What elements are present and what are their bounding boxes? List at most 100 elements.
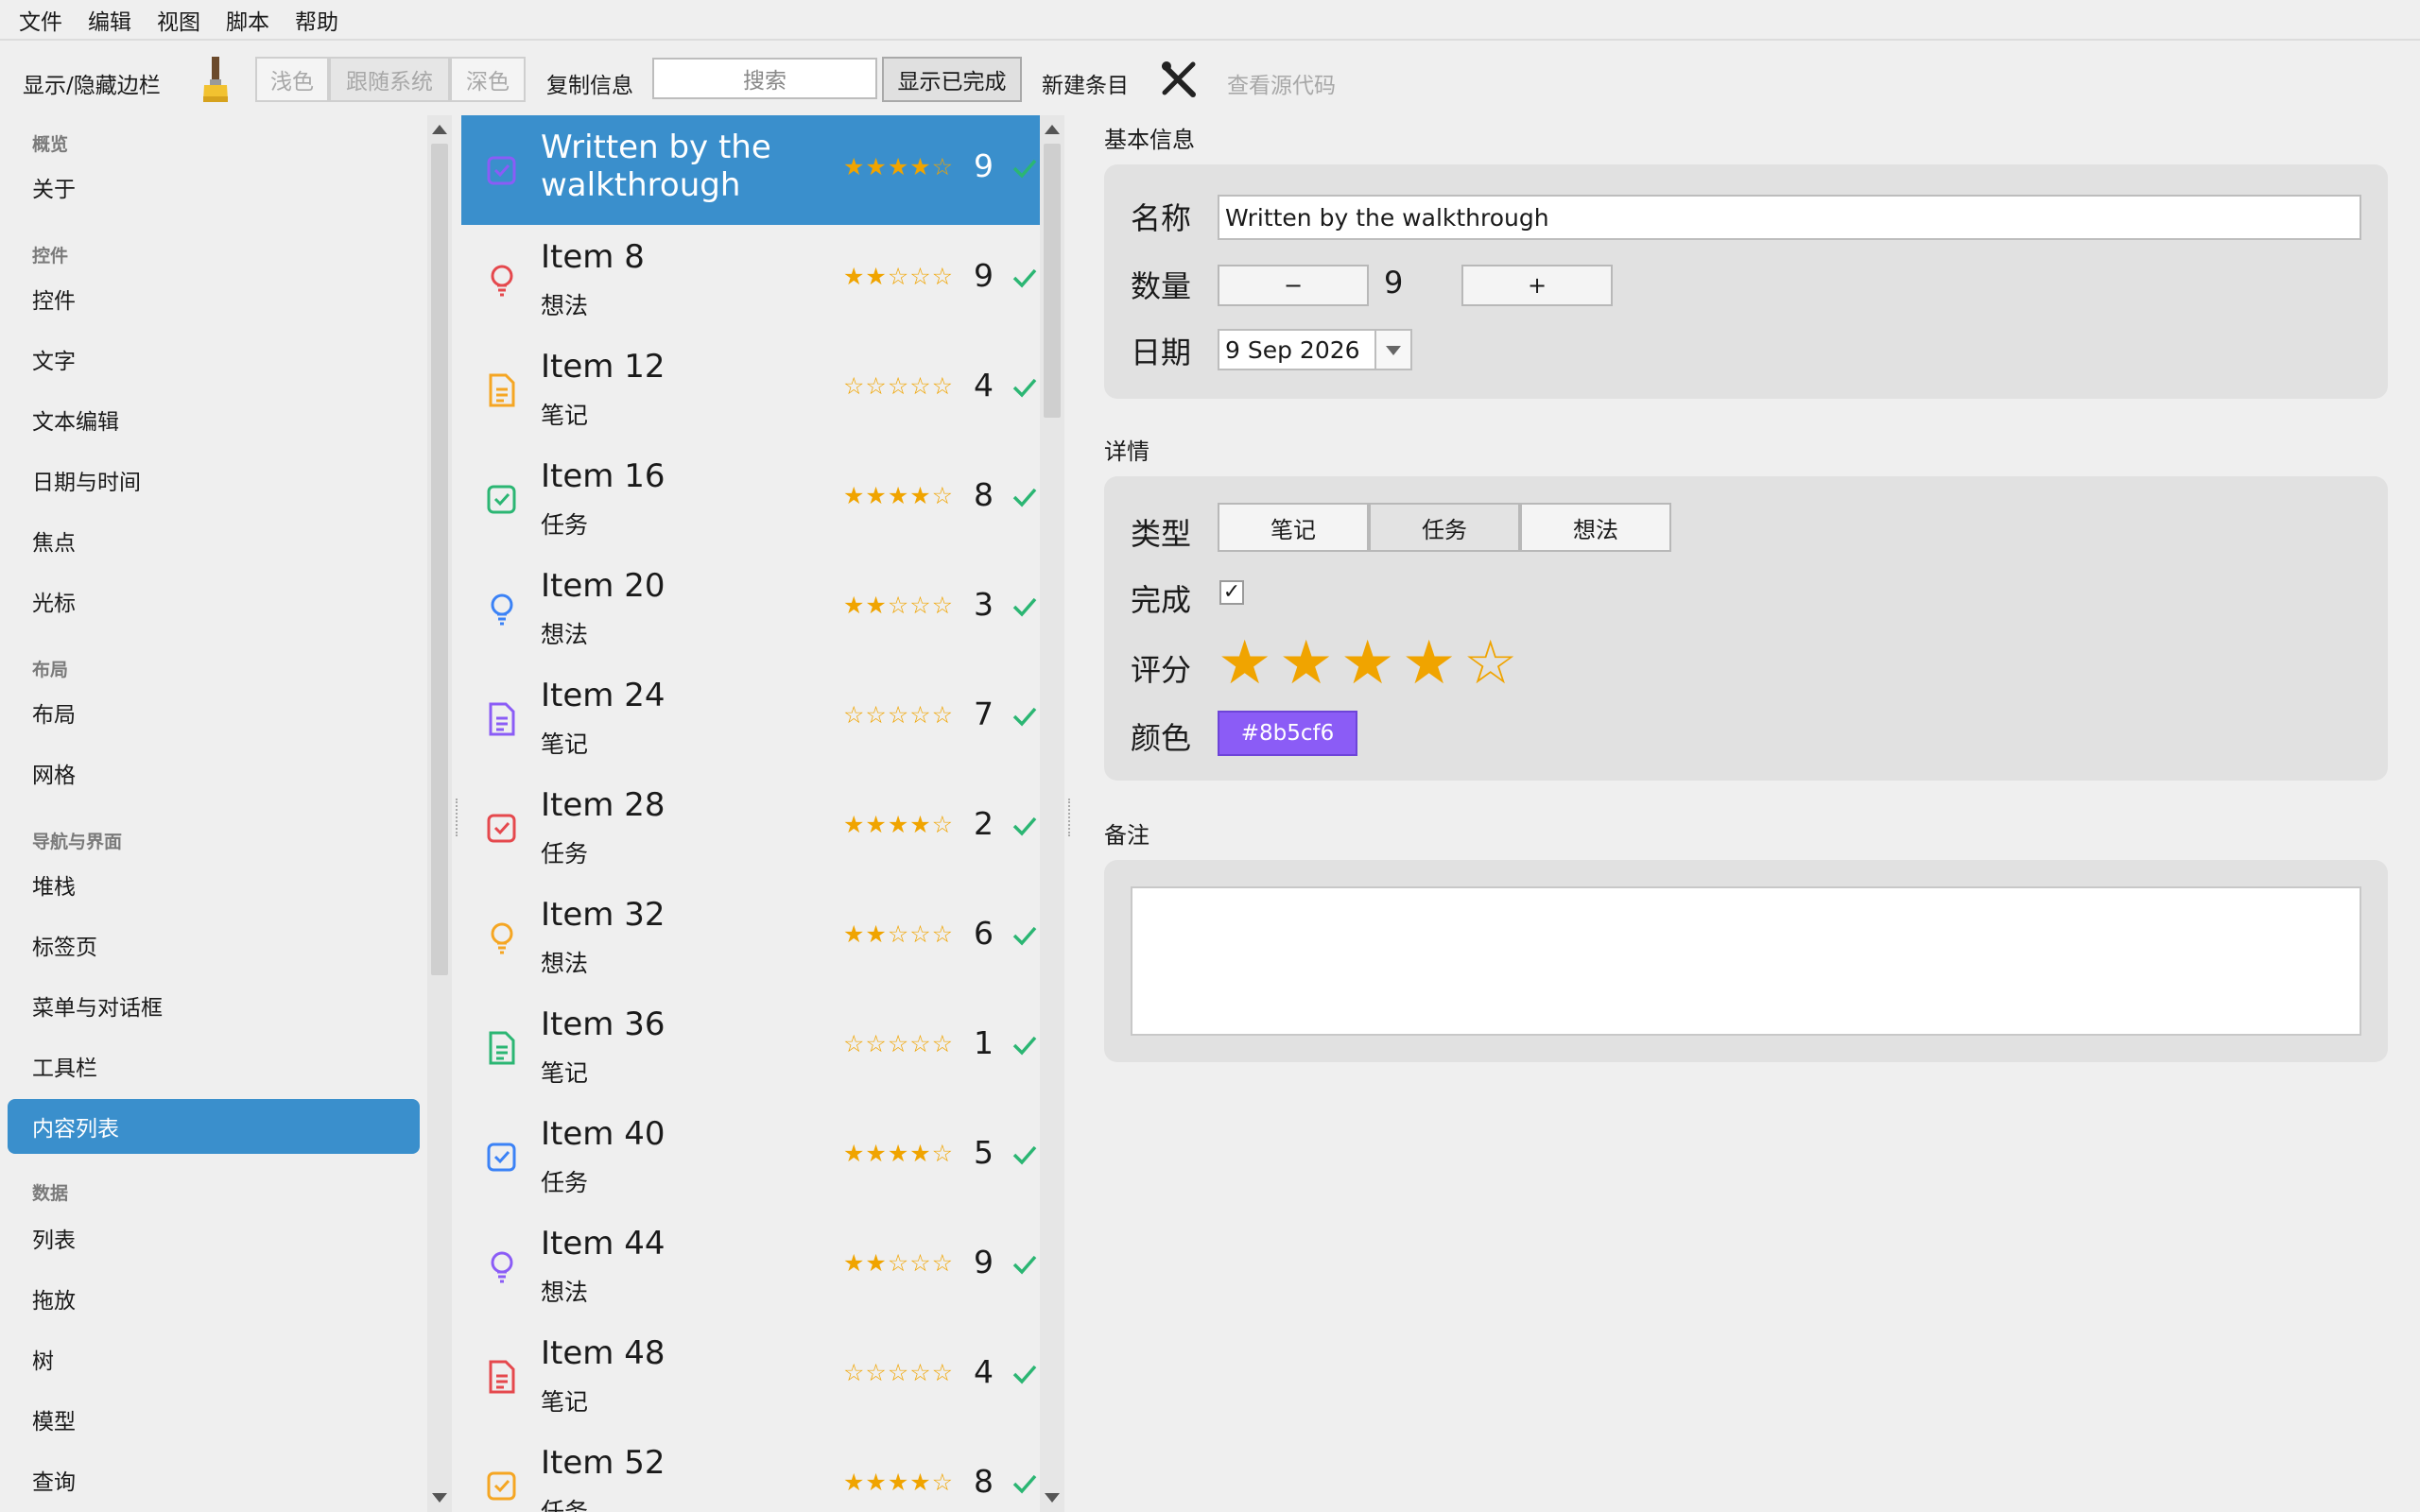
- name-label: 名称: [1131, 200, 1192, 236]
- sidebar-item[interactable]: 内容列表: [8, 1099, 420, 1154]
- list-item[interactable]: Item 8 想法 ★★☆☆☆ 9: [461, 225, 1040, 335]
- list-item[interactable]: Item 52 任务 ★★★★☆ 8: [461, 1431, 1040, 1512]
- menu-edit[interactable]: 编辑: [88, 4, 131, 36]
- sidebar-item[interactable]: 日期与时间: [8, 453, 420, 507]
- star-empty-icon[interactable]: ☆: [1463, 633, 1517, 694]
- completed-check-icon: [1012, 488, 1037, 507]
- type-option-button[interactable]: 笔记: [1218, 503, 1369, 552]
- theme-light-button[interactable]: 浅色: [255, 57, 329, 102]
- task-icon: [487, 1471, 516, 1501]
- completed-check-icon: [1012, 268, 1037, 288]
- notes-title: 备注: [1104, 822, 1150, 849]
- content-list[interactable]: Written by the walkthrough ★★★★☆ 9 Item 8 想法…: [461, 115, 1040, 1512]
- list-item[interactable]: Item 36 笔记 ☆☆☆☆☆ 1: [461, 992, 1040, 1102]
- list-item[interactable]: Item 20 想法 ★★☆☆☆ 3: [461, 554, 1040, 663]
- sidebar-item[interactable]: 树: [8, 1332, 420, 1386]
- sidebar-item[interactable]: 布局: [8, 685, 420, 740]
- type-option-button[interactable]: 想法: [1520, 503, 1671, 552]
- sidebar-item[interactable]: 控件: [8, 271, 420, 326]
- sidebar-item-label: 列表: [32, 1228, 76, 1253]
- list-item-quantity: 2: [974, 805, 994, 842]
- chevron-down-icon: [1386, 346, 1401, 355]
- list-item[interactable]: Item 28 任务 ★★★★☆ 2: [461, 773, 1040, 883]
- rating-stars[interactable]: ★ ★ ★ ★ ☆: [1218, 633, 1530, 699]
- list-item-rating-stars: ★★★★☆: [843, 153, 955, 180]
- list-item-type: 任务: [541, 840, 589, 868]
- scroll-up-arrow-icon[interactable]: [1045, 125, 1060, 134]
- app-window: 文件 编辑 视图 脚本 帮助 显示/隐藏边栏 浅色 跟随系统 深色 复制信息 搜…: [0, 0, 2420, 1512]
- menu-file[interactable]: 文件: [19, 4, 62, 36]
- quantity-decrease-button[interactable]: −: [1218, 265, 1369, 306]
- splitter-handle[interactable]: [1068, 799, 1072, 836]
- star-filled-icon[interactable]: ★: [1340, 633, 1394, 694]
- sidebar-item[interactable]: 焦点: [8, 513, 420, 568]
- splitter-handle[interactable]: [456, 799, 459, 836]
- list-item[interactable]: Item 16 任务 ★★★★☆ 8: [461, 444, 1040, 554]
- list-item-title: Item 24: [541, 677, 666, 714]
- star-filled-icon[interactable]: ★: [1279, 633, 1333, 694]
- list-item[interactable]: Item 48 笔记 ☆☆☆☆☆ 4: [461, 1321, 1040, 1431]
- scroll-down-arrow-icon[interactable]: [1045, 1493, 1060, 1503]
- sidebar-item[interactable]: 工具栏: [8, 1039, 420, 1093]
- sidebar-item-label: 焦点: [32, 531, 76, 556]
- notes-textarea[interactable]: [1131, 886, 2361, 1036]
- show-completed-toggle[interactable]: 显示已完成: [882, 57, 1022, 102]
- menu-script[interactable]: 脚本: [226, 4, 269, 36]
- sidebar-item[interactable]: 光标: [8, 574, 420, 628]
- list-scroll-thumb[interactable]: [1044, 144, 1061, 418]
- done-checkbox[interactable]: ✓: [1219, 580, 1244, 605]
- star-filled-icon[interactable]: ★: [1402, 633, 1456, 694]
- menu-help[interactable]: 帮助: [295, 4, 338, 36]
- menu-view[interactable]: 视图: [157, 4, 200, 36]
- sidebar-item[interactable]: 查询: [8, 1452, 420, 1507]
- sidebar-item[interactable]: 网格: [8, 746, 420, 800]
- name-input[interactable]: Written by the walkthrough: [1218, 195, 2361, 240]
- sidebar-item[interactable]: 列表: [8, 1211, 420, 1265]
- list-item-title: Item 12: [541, 348, 666, 386]
- theme-system-button[interactable]: 跟随系统: [329, 57, 450, 102]
- list-scrollbar[interactable]: [1040, 115, 1064, 1512]
- toggle-sidebar-button[interactable]: 显示/隐藏边栏: [23, 67, 161, 99]
- sidebar-item-label: 网格: [32, 764, 76, 788]
- checkmark-icon: ✓: [1222, 580, 1241, 604]
- list-item[interactable]: Written by the walkthrough ★★★★☆ 9: [461, 115, 1040, 225]
- sidebar-item[interactable]: 文本编辑: [8, 392, 420, 447]
- sidebar-item[interactable]: 标签页: [8, 918, 420, 972]
- sidebar-scroll-thumb[interactable]: [431, 144, 448, 975]
- view-source-button[interactable]: 查看源代码: [1227, 67, 1336, 99]
- sidebar-item[interactable]: 拖放: [8, 1271, 420, 1326]
- scroll-up-arrow-icon[interactable]: [432, 125, 447, 134]
- color-picker-button[interactable]: #8b5cf6: [1218, 711, 1357, 756]
- list-item-title: Item 44: [541, 1225, 666, 1263]
- list-item-quantity: 8: [974, 1463, 994, 1500]
- list-item[interactable]: Item 32 想法 ★★☆☆☆ 6: [461, 883, 1040, 992]
- sidebar-item[interactable]: 文字: [8, 332, 420, 387]
- copy-info-button[interactable]: 复制信息: [546, 67, 633, 99]
- list-item[interactable]: Item 44 想法 ★★☆☆☆ 9: [461, 1211, 1040, 1321]
- list-item[interactable]: Item 24 笔记 ☆☆☆☆☆ 7: [461, 663, 1040, 773]
- sidebar-item[interactable]: 堆栈: [8, 857, 420, 912]
- new-item-button[interactable]: 新建条目: [1042, 67, 1129, 99]
- date-dropdown-button[interactable]: [1374, 329, 1412, 370]
- list-item[interactable]: Item 12 笔记 ☆☆☆☆☆ 4: [461, 335, 1040, 444]
- sidebar-item[interactable]: 关于: [8, 160, 420, 215]
- sidebar-item-label: 树: [32, 1349, 54, 1374]
- date-input[interactable]: 9 Sep 2026: [1218, 329, 1376, 370]
- star-filled-icon[interactable]: ★: [1218, 633, 1271, 694]
- list-item-title: Item 48: [541, 1334, 666, 1372]
- sidebar-item-label: 内容列表: [32, 1117, 119, 1142]
- type-option-button[interactable]: 任务: [1369, 503, 1520, 552]
- list-item-rating-stars: ★★★★☆: [843, 811, 955, 838]
- sidebar-item-label: 菜单与对话框: [32, 996, 163, 1021]
- search-input[interactable]: 搜索: [652, 58, 877, 99]
- sidebar-item[interactable]: 菜单与对话框: [8, 978, 420, 1033]
- sidebar-scrollbar[interactable]: [427, 115, 452, 1512]
- note-icon: [489, 1031, 515, 1065]
- quantity-increase-button[interactable]: +: [1461, 265, 1613, 306]
- brush-icon[interactable]: [199, 55, 233, 104]
- list-item[interactable]: Item 40 任务 ★★★★☆ 5: [461, 1102, 1040, 1211]
- sidebar-item[interactable]: 模型: [8, 1392, 420, 1447]
- tools-icon[interactable]: [1161, 60, 1197, 98]
- scroll-down-arrow-icon[interactable]: [432, 1493, 447, 1503]
- theme-dark-button[interactable]: 深色: [450, 57, 526, 102]
